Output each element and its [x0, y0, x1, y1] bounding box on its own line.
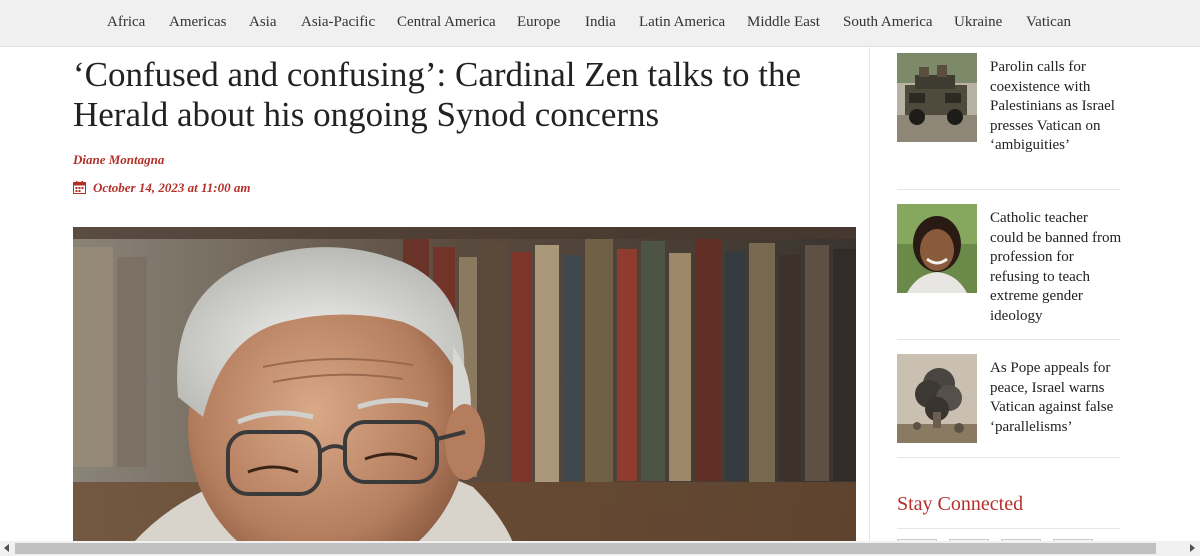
page: Africa Americas Asia Asia-Pacific Centra…	[0, 0, 1200, 556]
article-headline: ‘Confused and confusing’: Cardinal Zen t…	[73, 55, 802, 134]
nav-item-india[interactable]: India	[585, 14, 616, 31]
sidebar-separator	[897, 339, 1120, 340]
nav-item-americas[interactable]: Americas	[169, 14, 226, 31]
sidebar-thumb-military-vehicle[interactable]	[897, 53, 977, 142]
nav-item-asia-pacific[interactable]: Asia-Pacific	[301, 14, 375, 31]
sidebar-article-title[interactable]: Catholic teacher could be banned from pr…	[990, 209, 1122, 327]
author-link[interactable]: Diane Montagna	[73, 152, 164, 168]
calendar-icon	[73, 181, 86, 194]
nav-item-ukraine[interactable]: Ukraine	[954, 14, 1002, 31]
sidebar-separator	[897, 528, 1120, 529]
nav-item-south-america[interactable]: South America	[843, 14, 933, 31]
scroll-right-arrow-icon[interactable]	[1190, 544, 1195, 552]
stay-connected-heading: Stay Connected	[897, 493, 1024, 515]
article-hero-image	[73, 227, 856, 543]
horizontal-scrollbar[interactable]	[0, 541, 1200, 556]
sidebar-thumb-teacher-portrait[interactable]	[897, 204, 977, 293]
nav-item-europe[interactable]: Europe	[517, 14, 560, 31]
sidebar-article-title[interactable]: As Pope appeals for peace, Israel warns …	[990, 359, 1122, 437]
sidebar-thumb-explosion-smoke[interactable]	[897, 354, 977, 443]
nav-item-middle-east[interactable]: Middle East	[747, 14, 820, 31]
date-text: October 14, 2023 at 11:00 am	[93, 180, 251, 195]
nav-item-africa[interactable]: Africa	[107, 14, 145, 31]
scroll-left-arrow-icon[interactable]	[4, 544, 9, 552]
nav-item-vatican[interactable]: Vatican	[1026, 14, 1071, 31]
sidebar-divider	[869, 46, 870, 546]
top-nav: Africa Americas Asia Asia-Pacific Centra…	[0, 0, 1200, 47]
nav-item-central-america[interactable]: Central America	[397, 14, 496, 31]
nav-item-latin-america[interactable]: Latin America	[639, 14, 725, 31]
sidebar-separator	[897, 457, 1120, 458]
sidebar-separator	[897, 189, 1120, 190]
scrollbar-thumb[interactable]	[15, 543, 1156, 554]
nav-item-asia[interactable]: Asia	[249, 14, 277, 31]
sidebar-article-title[interactable]: Parolin calls for coexistence with Pales…	[990, 58, 1122, 156]
